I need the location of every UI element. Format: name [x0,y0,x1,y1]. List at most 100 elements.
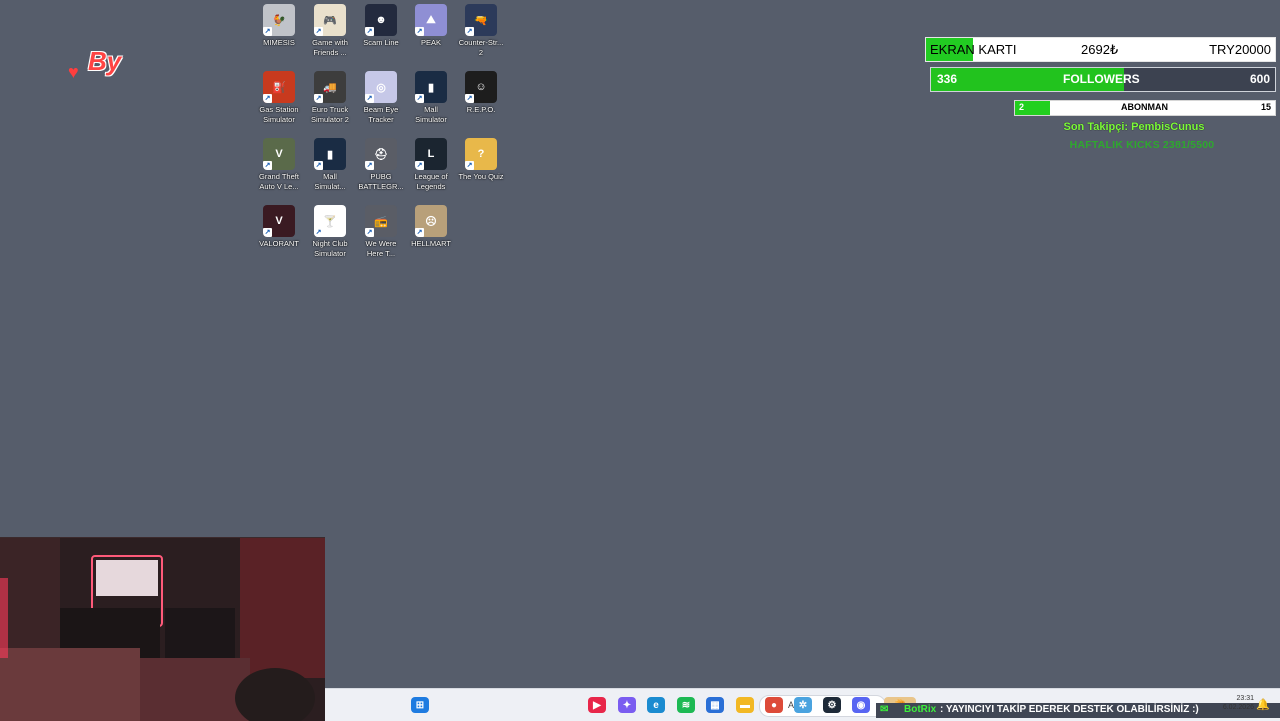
chat-icon: ✉ [880,704,889,715]
botrix-name: BotRix [904,704,937,715]
mall-simulator-2-icon: ▮ ↗ [314,138,346,170]
followers-current: 336 [937,72,958,86]
desktop-icon-counter-strike[interactable]: 🔫 ↗ Counter-Str... 2 [455,3,507,67]
desktop-icon-peak[interactable]: ⛰ ↗ PEAK [405,3,457,67]
desktop-icon-label: MIMESIS [263,38,295,47]
clock-date: 6.02.2026 [1222,704,1254,711]
network-app-icon[interactable]: ✲ [794,697,812,713]
shortcut-arrow-icon: ↗ [314,94,323,103]
abonman-goal-bar: 2 ABONMAN 15 [1014,100,1276,116]
webcam-feed [0,537,325,721]
last-follower-text: Son Takipçi: PembisCunus [1063,121,1205,133]
shortcut-arrow-icon: ↗ [314,27,323,36]
shortcut-arrow-icon: ↗ [365,228,374,237]
shortcut-arrow-icon: ↗ [263,94,272,103]
start-icon[interactable]: ⊞ [411,697,429,713]
desktop-icon-gas-station[interactable]: ⛽ ↗ Gas Station Simulator [253,70,305,134]
copilot-icon[interactable]: ✦ [618,697,636,713]
desktop-icon-mimesis[interactable]: 🐓 ↗ MIMESIS [253,3,305,67]
desktop-icon-scam-line[interactable]: ☻ ↗ Scam Line [355,3,407,67]
followers-goal: 600 [1249,72,1270,86]
heart-icon: ♥ [68,62,79,82]
desktop-icon-mall-simulator[interactable]: ▮ ↗ Mall Simulator [405,70,457,134]
desktop-icon-euro-truck[interactable]: 🚚 ↗ Euro Truck Simulator 2 [304,70,356,134]
desktop-icon-label: The You Quiz [458,172,504,181]
edge-icon[interactable]: e [647,697,665,713]
shortcut-arrow-icon: ↗ [263,161,272,170]
desktop-icon-label: HELLMART [411,239,451,248]
mall-simulator-icon: ▮ ↗ [415,71,447,103]
weekly-kicks-text: HAFTALIK KICKS 2381/5500 [1069,139,1215,151]
desktop-icon-repo[interactable]: ☺ ↗ R.E.P.O. [455,70,507,134]
euro-truck-icon: 🚚 ↗ [314,71,346,103]
desktop-icon-label: Mall Simulat... [314,172,346,191]
steam-icon[interactable]: ⚙ [823,697,841,713]
we-were-here-icon: 📻 ↗ [365,205,397,237]
shortcut-arrow-icon: ↗ [365,27,374,36]
media-player-icon[interactable]: ▶ [588,697,606,713]
hellmart-icon: ☹ ↗ [415,205,447,237]
shortcut-arrow-icon: ↗ [365,161,374,170]
desktop-icon-hellmart[interactable]: ☹ ↗ HELLMART [405,204,457,268]
desktop-icon-label: PEAK [420,38,441,47]
night-club-icon: 🍸 ↗ [314,205,346,237]
followers-label: FOLLOWERS [1063,72,1140,86]
desktop-icon-label: We Were Here T... [365,239,397,258]
clock-time: 23:31 [1236,695,1254,702]
gas-station-icon: ⛽ ↗ [263,71,295,103]
desktop-icon-we-were-here[interactable]: 📻 ↗ We Were Here T... [355,204,407,268]
chrome-icon[interactable]: ● [765,697,783,713]
store-icon[interactable]: ▦ [706,697,724,713]
desktop-icon-game-with-friends[interactable]: 🎮 ↗ Game with Friends ... [304,3,356,67]
abonman-label: ABONMAN [1121,102,1168,112]
ekran-karti-label: EKRAN KARTI [930,42,1017,57]
spotify-icon[interactable]: ≋ [677,697,695,713]
abonman-current: 2 [1019,102,1025,112]
shortcut-arrow-icon: ↗ [263,27,272,36]
desktop-icon-label: League of Legends [414,172,448,191]
desktop-icon-beam-eye[interactable]: ◎ ↗ Beam Eye Tracker [355,70,407,134]
desktop-icon-label: Gas Station Simulator [259,105,299,124]
system-clock[interactable]: 23:31 6.02.2026 [1210,694,1254,712]
desktop-icon-label: Mall Simulator [415,105,447,124]
botrix-message: : YAYINCIYI TAKİP EDEREK DESTEK OLABİLİR… [940,704,1199,715]
desktop-icon-label: Euro Truck Simulator 2 [311,105,349,124]
desktop-icon-label: R.E.P.O. [466,105,496,114]
file-explorer-icon[interactable]: ▬ [736,697,754,713]
shortcut-arrow-icon: ↗ [465,161,474,170]
desktop-icon-pubg[interactable]: ⛑ ↗ PUBG BATTLEGR... [355,137,407,201]
desktop-icon-mall-simulator-2[interactable]: ▮ ↗ Mall Simulat... [304,137,356,201]
desktop-icon-label: Game with Friends ... [312,38,348,57]
ekran-karti-goal-bar: EKRAN KARTI 2692₺ TRY20000 [925,37,1276,62]
discord-icon[interactable]: ◉ [852,697,870,713]
desktop-icon-gta-v[interactable]: V ↗ Grand Theft Auto V Le... [253,137,305,201]
shortcut-arrow-icon: ↗ [415,161,424,170]
shortcut-arrow-icon: ↗ [465,27,474,36]
shortcut-arrow-icon: ↗ [415,94,424,103]
desktop-icon-valorant[interactable]: V ↗ VALORANT [253,204,305,268]
desktop-icon-you-quiz[interactable]: ? ↗ The You Quiz [455,137,507,201]
desktop-icon-label: Counter-Str... 2 [458,38,504,57]
gta-v-icon: V ↗ [263,138,295,170]
game-with-friends-icon: 🎮 ↗ [314,4,346,36]
notification-bell-icon[interactable]: 🔔 [1256,698,1270,711]
repo-icon: ☺ ↗ [465,71,497,103]
abonman-goal: 15 [1260,102,1271,112]
desktop-icon-league-of-legends[interactable]: L ↗ League of Legends [405,137,457,201]
desktop-icon-night-club[interactable]: 🍸 ↗ Night Club Simulator [304,204,356,268]
webcam-image [0,538,325,721]
shortcut-arrow-icon: ↗ [263,228,272,237]
league-of-legends-icon: L ↗ [415,138,447,170]
valorant-icon: V ↗ [263,205,295,237]
followers-goal-bar: 336 FOLLOWERS 600 [930,67,1276,92]
shortcut-arrow-icon: ↗ [314,161,323,170]
desktop-icon-label: Grand Theft Auto V Le... [259,172,299,191]
pubg-icon: ⛑ ↗ [365,138,397,170]
ekran-karti-goal: TRY20000 [1209,42,1271,57]
ekran-karti-current: 2692₺ [1081,42,1119,57]
desktop-icon-label: VALORANT [259,239,299,248]
peak-icon: ⛰ ↗ [415,4,447,36]
shortcut-arrow-icon: ↗ [365,94,374,103]
shortcut-arrow-icon: ↗ [314,228,323,237]
logo-text: By [88,46,122,76]
